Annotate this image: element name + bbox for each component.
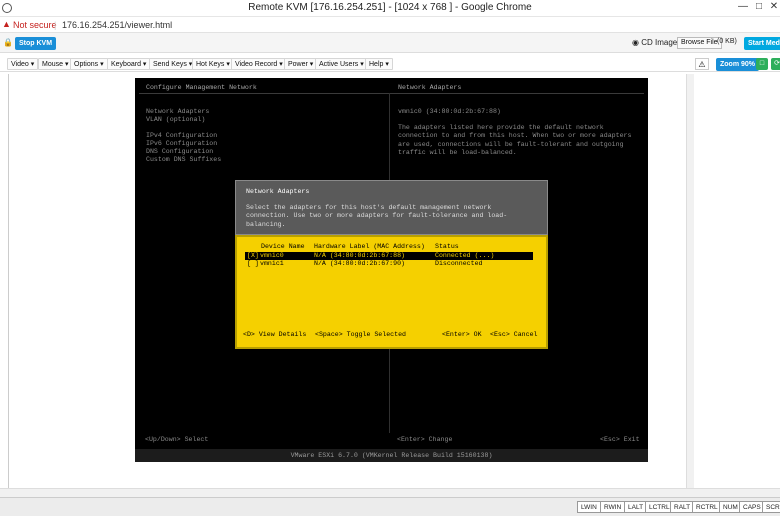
zoom-button[interactable]: Zoom 90% <box>716 58 760 71</box>
footer-cancel[interactable]: <Esc> Cancel <box>490 331 537 338</box>
key-caps[interactable]: CAPS <box>739 501 765 513</box>
disc-icon: ◉ <box>632 38 639 47</box>
adapter-hardware: N/A (34:80:0d:2b:67:88) <box>314 252 406 259</box>
key-scr[interactable]: SCR <box>762 501 780 513</box>
browse-file-button[interactable]: Browse File <box>677 37 722 49</box>
console-left-header: Configure Management Network <box>146 84 257 91</box>
footer-change: <Enter> Change <box>397 436 453 443</box>
menu-dns[interactable]: DNS Configuration <box>146 148 213 155</box>
menu-label: Options <box>74 61 99 68</box>
key-lalt[interactable]: LALT <box>624 501 648 513</box>
menu-video[interactable]: Video ▾ <box>7 58 39 70</box>
menu-ipv4[interactable]: IPv4 Configuration <box>146 132 217 139</box>
menu-dns-suffixes[interactable]: Custom DNS Suffixes <box>146 156 221 163</box>
adapter-row-vmnic0[interactable]: [X] vmnic0 N/A (34:80:0d:2b:67:88) Conne… <box>245 252 533 260</box>
menu-label: Video Record <box>235 61 278 68</box>
adapter-hardware: N/A (34:80:0d:2b:67:90) <box>314 260 406 267</box>
footer-view-details[interactable]: <D> View Details <box>243 331 306 338</box>
menu-label: Keyboard <box>111 61 141 68</box>
esxi-build-status: VMware ESXi 6.7.0 (VMKernel Release Buil… <box>135 449 648 462</box>
menu-video-record[interactable]: Video Record ▾ <box>231 58 287 70</box>
menu-label: Video <box>11 61 29 68</box>
menu-network-adapters[interactable]: Network Adapters <box>146 108 209 115</box>
footer-ok[interactable]: <Enter> OK <box>442 331 482 338</box>
menu-active-users[interactable]: Active Users ▾ <box>315 58 368 70</box>
col-device-name: Device Name <box>261 243 305 250</box>
key-rwin[interactable]: RWIN <box>600 501 626 513</box>
cd-image-label: ◉ CD Image: <box>632 38 679 47</box>
key-lwin[interactable]: LWIN <box>577 501 601 513</box>
menu-send-keys[interactable]: Send Keys ▾ <box>149 58 197 70</box>
keyboard-status-bar: LWIN RWIN LALT LCTRL RALT RCTRL NUM CAPS… <box>0 497 780 516</box>
menu-options[interactable]: Options ▾ <box>70 58 108 70</box>
lock-icon: 🔒 <box>3 38 13 47</box>
adapter-description: The adapters listed here provide the def… <box>398 124 632 156</box>
menu-label: Power <box>288 61 308 68</box>
menu-label: Mouse <box>42 61 64 68</box>
alert-icon[interactable]: ⚠ <box>695 58 709 70</box>
kvm-toolbar: 🔒 Stop KVM ◉ CD Image: Browse File (0 KB… <box>0 33 780 53</box>
dialog-description: Select the adapters for this host's defa… <box>246 204 508 228</box>
dialog-body: Device Name Hardware Label (MAC Address)… <box>235 235 548 349</box>
refresh-icon[interactable]: ⟳ <box>771 58 780 70</box>
header-divider <box>139 93 644 94</box>
adapter-summary: vmnic0 (34:80:0d:2b:67:88) <box>398 108 501 115</box>
adapter-row-vmnic1[interactable]: [ ] vmnic1 N/A (34:80:0d:2b:67:90) Disco… <box>245 260 533 268</box>
adapter-status: Disconnected <box>435 260 483 267</box>
menu-label: Help <box>369 61 384 68</box>
col-status: Status <box>435 243 459 250</box>
menu-label: Active Users <box>319 61 359 68</box>
file-size: (0 KB) <box>717 38 737 45</box>
dialog-title: Network Adapters <box>246 188 310 195</box>
menu-keyboard[interactable]: Keyboard ▾ <box>107 58 151 70</box>
menu-hot-keys[interactable]: Hot Keys ▾ <box>192 58 234 70</box>
vertical-scrollbar[interactable] <box>686 74 694 488</box>
adapter-device: vmnic0 <box>260 252 284 259</box>
footer-exit: <Esc> Exit <box>600 436 640 443</box>
adapter-checkbox[interactable]: [X] <box>247 252 259 260</box>
window-titlebar: Remote KVM [176.16.254.251] - [1024 x 76… <box>0 0 780 17</box>
menu-label: Send Keys <box>153 61 187 68</box>
dialog-header: Network Adapters Select the adapters for… <box>235 180 548 235</box>
cd-image-text: CD Image: <box>641 38 680 47</box>
url-text[interactable]: 176.16.254.251/viewer.html <box>62 20 172 30</box>
adapter-status: Connected (...) <box>435 252 495 259</box>
menu-label: Hot Keys <box>196 61 225 68</box>
stop-kvm-button[interactable]: Stop KVM <box>15 37 57 50</box>
menu-toolbar: Video ▾ Mouse ▾ Options ▾ Keyboard ▾ Sen… <box>0 56 780 72</box>
start-media-button[interactable]: Start Media <box>744 37 780 50</box>
menu-help[interactable]: Help ▾ <box>365 58 393 70</box>
adapter-checkbox[interactable]: [ ] <box>247 260 259 268</box>
menu-vlan[interactable]: VLAN (optional) <box>146 116 205 123</box>
adapter-device: vmnic1 <box>260 260 284 267</box>
maximize-button[interactable]: □ <box>752 1 766 12</box>
divider: | <box>54 20 57 30</box>
console-right-header: Network Adapters <box>398 84 462 91</box>
close-button[interactable]: ✕ <box>767 1 780 12</box>
window-title: Remote KVM [176.16.254.251] - [1024 x 76… <box>248 2 532 13</box>
key-ralt[interactable]: RALT <box>670 501 695 513</box>
footer-select: <Up/Down> Select <box>145 436 209 443</box>
warning-icon: ▲ <box>2 19 11 29</box>
security-status[interactable]: Not secure <box>13 20 57 30</box>
key-rctrl[interactable]: RCTRL <box>692 501 722 513</box>
footer-toggle-selected[interactable]: <Space> Toggle Selected <box>315 331 406 338</box>
chat-icon[interactable]: □ <box>756 58 768 70</box>
address-bar[interactable]: ▲ Not secure | 176.16.254.251/viewer.htm… <box>0 17 780 33</box>
menu-ipv6[interactable]: IPv6 Configuration <box>146 140 217 147</box>
menu-mouse[interactable]: Mouse ▾ <box>38 58 73 70</box>
col-hardware-label: Hardware Label (MAC Address) <box>314 243 425 250</box>
minimize-button[interactable]: — <box>736 1 750 12</box>
menu-power[interactable]: Power ▾ <box>284 58 318 70</box>
network-adapters-dialog[interactable]: Network Adapters Select the adapters for… <box>235 180 548 349</box>
horizontal-scrollbar[interactable] <box>0 488 780 497</box>
